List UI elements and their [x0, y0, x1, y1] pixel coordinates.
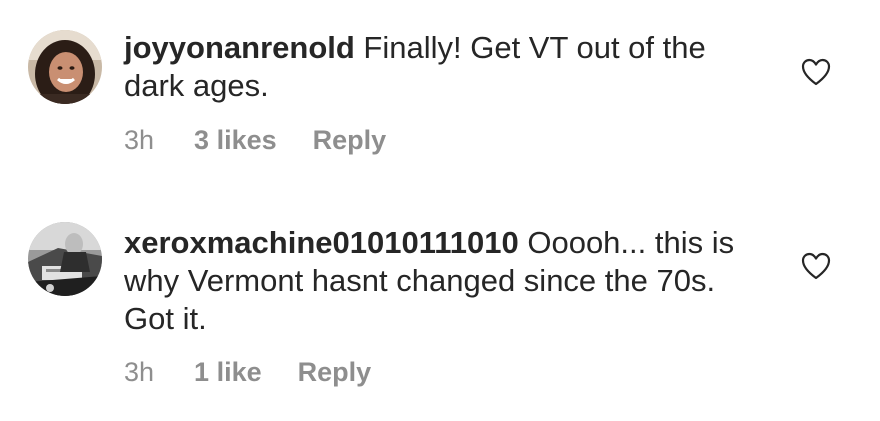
comment-likes-count[interactable]: 3 likes	[194, 124, 277, 156]
profile-photo-icon	[28, 222, 102, 296]
comment-username[interactable]: joyyonanrenold	[124, 30, 355, 65]
avatar[interactable]	[28, 222, 102, 296]
avatar[interactable]	[28, 30, 102, 104]
comment-username[interactable]: xeroxmachine01010111010	[124, 225, 519, 260]
comment-time: 3h	[124, 125, 155, 155]
comment-time: 3h	[124, 357, 155, 387]
comment-likes-count[interactable]: 1 like	[194, 356, 262, 388]
heart-outline-icon[interactable]	[801, 252, 831, 280]
comment-meta: 3h 1 like Reply	[124, 356, 407, 388]
comment-meta: 3h 3 likes Reply	[124, 124, 422, 156]
reply-button[interactable]: Reply	[313, 124, 387, 156]
comment-text: joyyonanrenold Finally! Get VT out of th…	[124, 29, 764, 105]
comment-text: xeroxmachine01010111010 Ooooh... this is…	[124, 224, 764, 338]
heart-outline-icon[interactable]	[801, 58, 831, 86]
reply-button[interactable]: Reply	[298, 356, 372, 388]
profile-photo-icon	[28, 30, 102, 104]
